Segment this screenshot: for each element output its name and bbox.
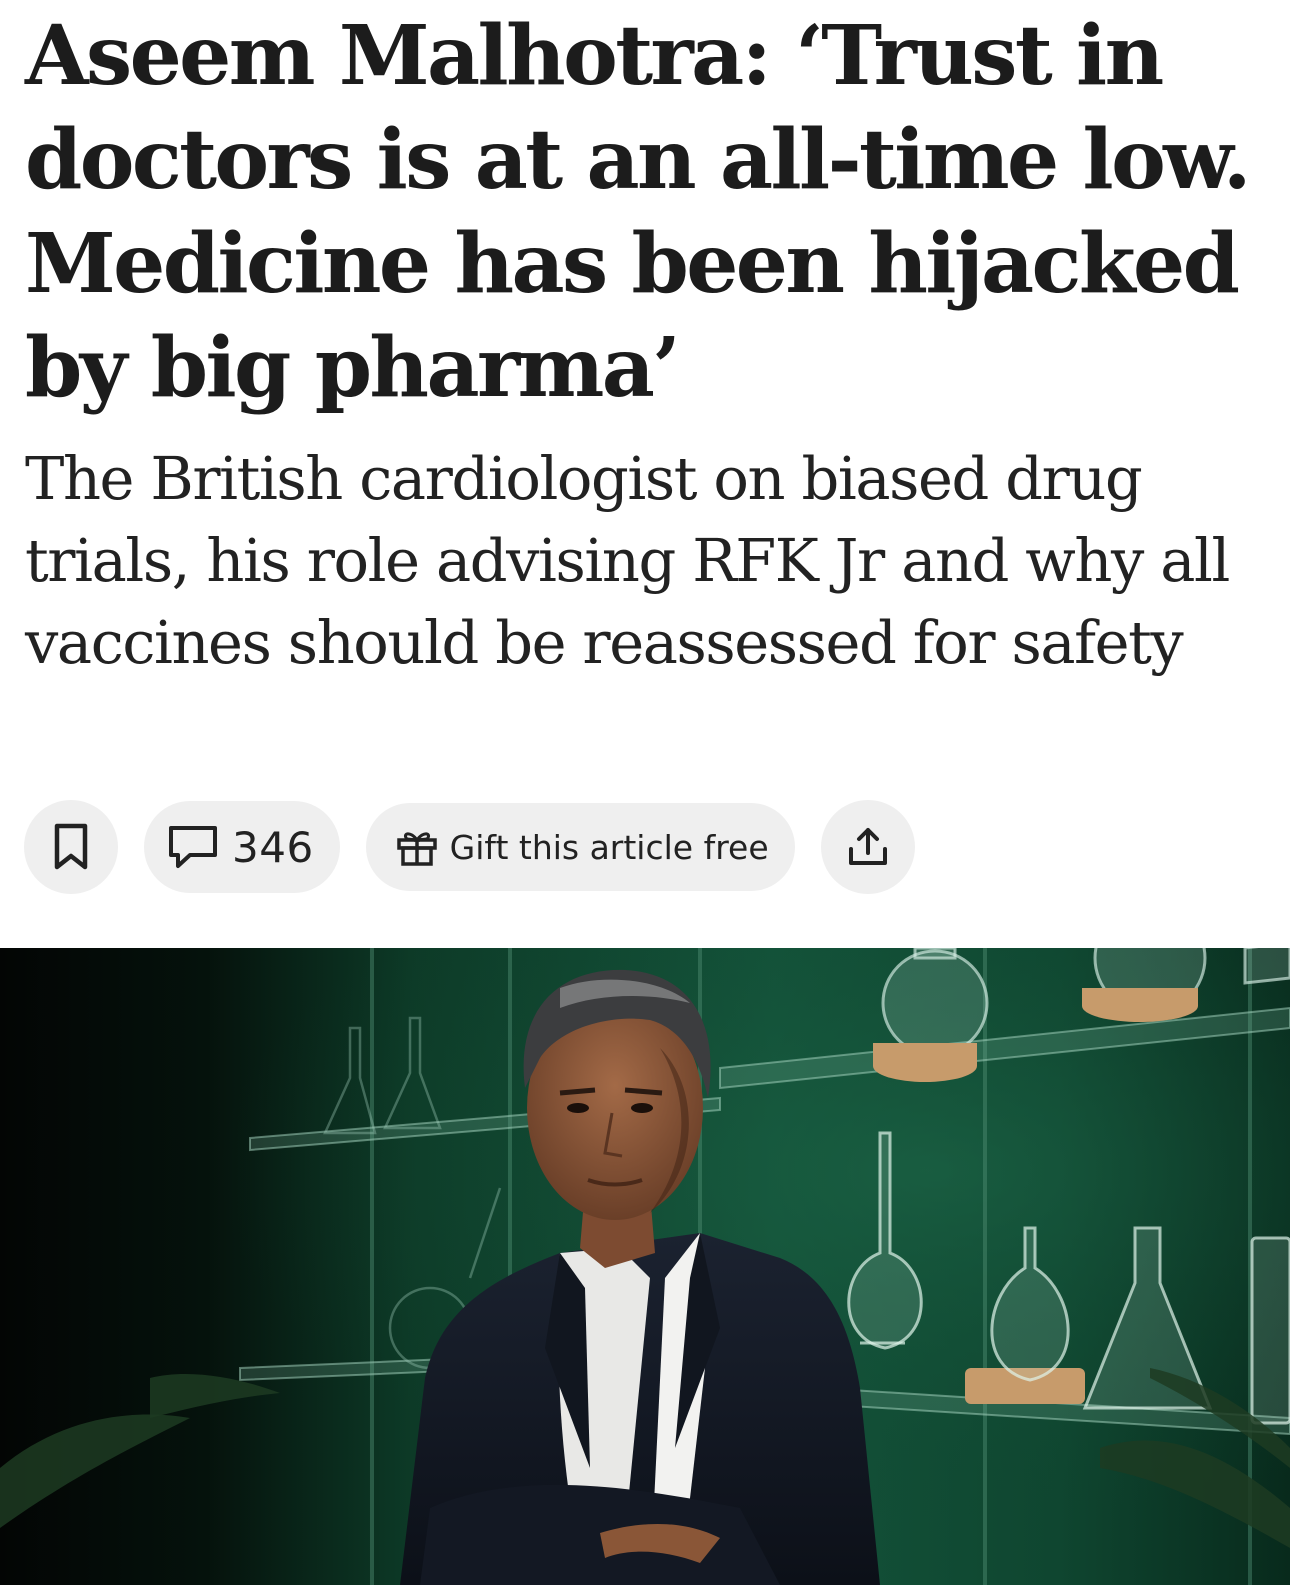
- share-icon: [846, 825, 890, 869]
- article-standfirst: The British cardiologist on biased drug …: [25, 444, 1230, 677]
- article-headline: Aseem Malhotra: ‘Trust in doctors is at …: [25, 8, 1251, 416]
- comments-button[interactable]: 346: [144, 801, 340, 893]
- bookmark-icon: [51, 822, 91, 872]
- share-button[interactable]: [820, 800, 915, 894]
- hero-illustration: [0, 948, 1290, 1585]
- comment-count: 346: [232, 822, 314, 872]
- bookmark-button[interactable]: [24, 800, 118, 894]
- article-toolbar: 346 Gift this article free: [24, 800, 915, 894]
- gift-article-button[interactable]: Gift this article free: [365, 803, 795, 891]
- speech-bubble-icon: [166, 823, 220, 871]
- hero-photo: [0, 948, 1290, 1585]
- gift-article-label: Gift this article free: [449, 827, 769, 867]
- gift-icon: [396, 827, 438, 867]
- article-header: Aseem Malhotra: ‘Trust in doctors is at …: [25, 0, 1265, 684]
